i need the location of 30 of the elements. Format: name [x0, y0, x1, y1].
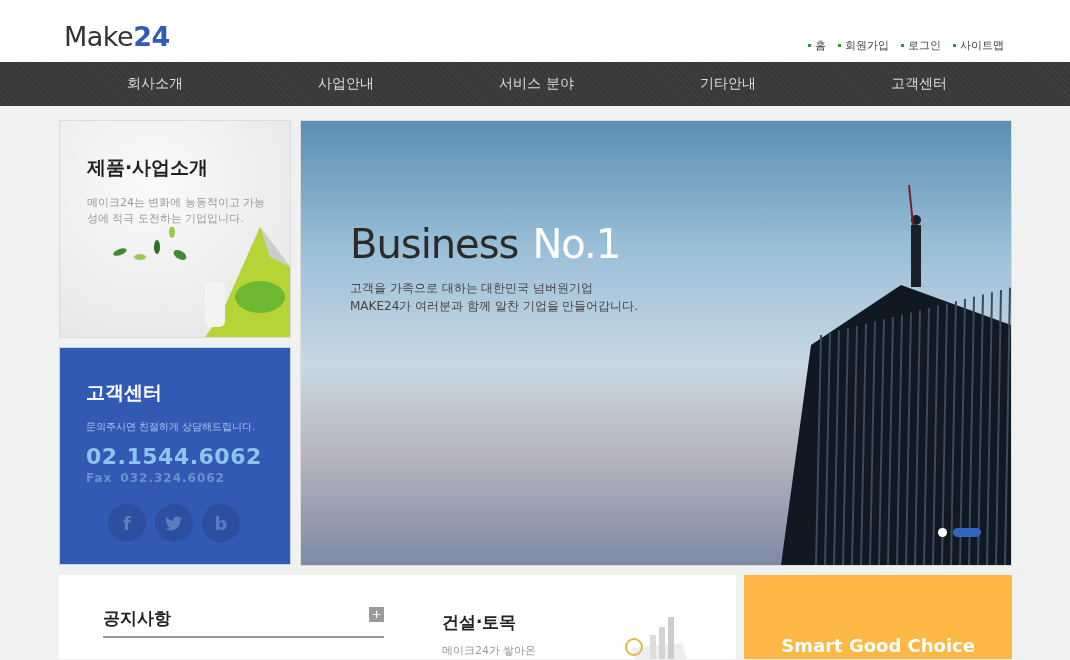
hero-headline: Business — [350, 221, 519, 267]
contact-description: 문의주시면 친절하게 상담해드립니다. — [86, 420, 257, 434]
hero-tagline: MAKE24가 여러분과 함께 알찬 기업을 만들어갑니다. — [350, 298, 639, 315]
header-link[interactable]: 홈 — [808, 38, 826, 53]
notice-title: 공지사항 — [103, 607, 171, 630]
fax-number: 032.324.6062 — [120, 471, 225, 485]
bird-icon — [165, 515, 183, 531]
phone-number: 02.1544.6062 — [86, 444, 263, 469]
nav-menu-item[interactable]: 회사소개 — [59, 75, 250, 93]
logo[interactable]: Make24 — [64, 21, 170, 52]
promo-title: 제품·사업소개 — [87, 155, 210, 180]
hero-headline-accent: No.1 — [532, 221, 621, 267]
business-description: 메이크24가 쌓아온 — [442, 643, 538, 658]
header-link[interactable]: 사이트맵 — [953, 38, 1004, 53]
chart-magnifier-icon — [625, 617, 688, 660]
slogan-text: Smart Good Choice — [781, 635, 975, 657]
nav-menu-item[interactable]: 사업안내 — [250, 75, 441, 93]
header-link[interactable]: 로그인 — [901, 38, 941, 53]
slide-indicator[interactable] — [938, 528, 947, 537]
social-button[interactable] — [155, 504, 193, 542]
business-title: 건설·토목 — [442, 611, 518, 634]
contact-title: 고객센터 — [86, 380, 163, 405]
hero-tagline: 고객을 가족으로 대하는 대한민국 넘버원기업 — [350, 280, 595, 297]
fax-label: Fax — [86, 471, 113, 485]
promo-card[interactable]: 제품·사업소개 메이크24는 변화에 능동적이고 가능성에 적극 도전하는 기업입니다. — [59, 120, 291, 338]
nav-menu-item[interactable]: 고객센터 — [823, 75, 1014, 93]
nav-menu-item[interactable]: 기타안내 — [632, 75, 823, 93]
promo-description: 메이크24는 변화에 능동적이고 가능성에 적극 도전하는 기업입니다. — [87, 195, 267, 227]
header-link[interactable]: 회원가입 — [838, 38, 889, 53]
nav-menu-item[interactable]: 서비스 분야 — [441, 75, 632, 93]
